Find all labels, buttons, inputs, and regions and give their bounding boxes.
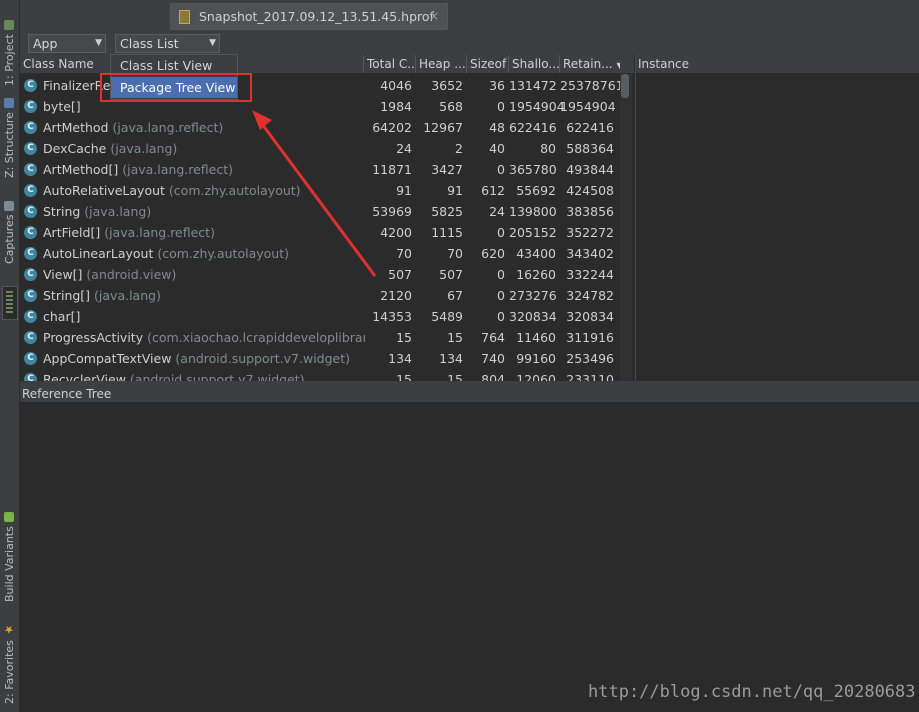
watermark-text: http://blog.csdn.net/qq_20280683	[588, 682, 916, 702]
annotation-arrow	[252, 110, 377, 277]
annotation-arrow-line	[260, 123, 377, 277]
annotation-arrow-head	[252, 110, 272, 130]
